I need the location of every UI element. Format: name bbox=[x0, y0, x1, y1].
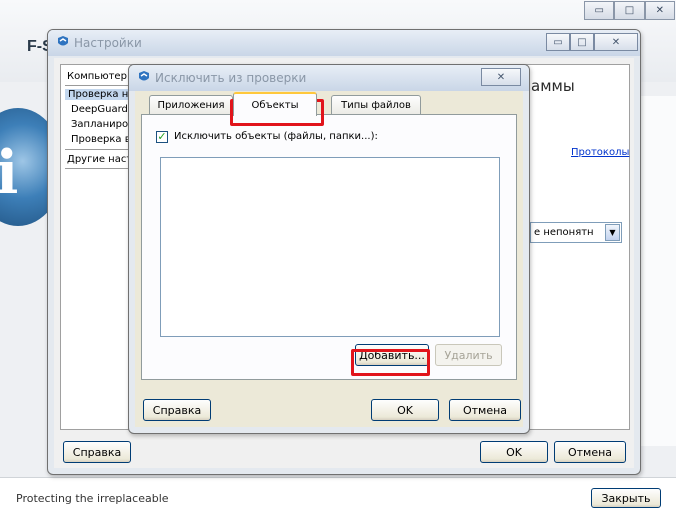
tab-applications[interactable]: Приложения bbox=[149, 95, 233, 114]
exclude-dialog: Исключить из проверки ✕ Приложения Объек… bbox=[128, 64, 530, 434]
nav-item-scheduled[interactable]: Запланиров bbox=[71, 119, 134, 130]
action-select-value: е непонятн bbox=[534, 227, 594, 238]
exclude-objects-checkbox[interactable]: ✓ bbox=[156, 131, 168, 143]
dialog-cancel-button[interactable]: Отмена bbox=[449, 399, 521, 421]
excluded-objects-list[interactable] bbox=[160, 157, 500, 337]
exclude-dialog-titlebar: Исключить из проверки ✕ bbox=[129, 65, 529, 91]
app-maximize-button[interactable]: □ bbox=[614, 1, 645, 20]
fsecure-shield-icon bbox=[139, 71, 149, 81]
exclude-dialog-close-button[interactable]: ✕ bbox=[481, 68, 521, 86]
app-tagline: Protecting the irreplaceable bbox=[16, 492, 169, 505]
remove-object-button[interactable]: Удалить bbox=[435, 344, 502, 366]
settings-window-controls: ▭ □ ✕ bbox=[546, 33, 638, 51]
tab-objects[interactable]: Объекты bbox=[233, 92, 317, 116]
nav-item-deepguard[interactable]: DeepGuard bbox=[71, 104, 128, 115]
app-minimize-button[interactable]: ▭ bbox=[584, 1, 615, 20]
add-button-highlight bbox=[351, 349, 430, 376]
exclude-objects-label: Исключить объекты (файлы, папки...): bbox=[174, 131, 378, 142]
settings-cancel-button[interactable]: Отмена bbox=[554, 441, 626, 463]
dialog-ok-button[interactable]: OK bbox=[371, 399, 439, 421]
app-window-controls: ▭ □ ✕ bbox=[584, 1, 675, 20]
app-close-main-button[interactable]: Закрыть bbox=[591, 488, 661, 508]
tab-file-types[interactable]: Типы файлов bbox=[331, 95, 421, 114]
settings-close-button[interactable]: ✕ bbox=[594, 33, 638, 51]
exclude-dialog-title: Исключить из проверки bbox=[155, 71, 307, 85]
app-close-button[interactable]: ✕ bbox=[644, 1, 675, 20]
exclude-dialog-controls: ✕ bbox=[481, 68, 521, 86]
nav-header-computer[interactable]: Компьютер bbox=[67, 71, 127, 82]
action-select[interactable]: е непонятн ▼ bbox=[530, 222, 622, 243]
nav-item-scan-other[interactable]: Проверка в bbox=[71, 134, 131, 145]
settings-titlebar: Настройки ▭ □ ✕ bbox=[48, 30, 640, 56]
settings-title: Настройки bbox=[74, 36, 142, 50]
settings-help-button[interactable]: Справка bbox=[63, 441, 131, 463]
settings-minimize-button[interactable]: ▭ bbox=[546, 33, 570, 51]
section-heading: аммы bbox=[531, 77, 575, 95]
app-side-panel bbox=[636, 96, 676, 446]
protocols-link[interactable]: Протоколы bbox=[571, 147, 629, 158]
dialog-help-button[interactable]: Справка bbox=[143, 399, 211, 421]
settings-maximize-button[interactable]: □ bbox=[570, 33, 594, 51]
app-footer: Protecting the irreplaceable Закрыть bbox=[0, 477, 676, 514]
settings-ok-button[interactable]: OK bbox=[480, 441, 548, 463]
chevron-down-icon[interactable]: ▼ bbox=[605, 224, 620, 241]
exclude-dialog-body: Приложения Объекты Типы файлов ✓ Исключи… bbox=[135, 91, 523, 427]
nav-item-scan[interactable]: Проверка н bbox=[65, 89, 135, 100]
objects-tab-panel: ✓ Исключить объекты (файлы, папки...): Д… bbox=[141, 114, 517, 380]
fsecure-shield-icon bbox=[58, 36, 68, 46]
